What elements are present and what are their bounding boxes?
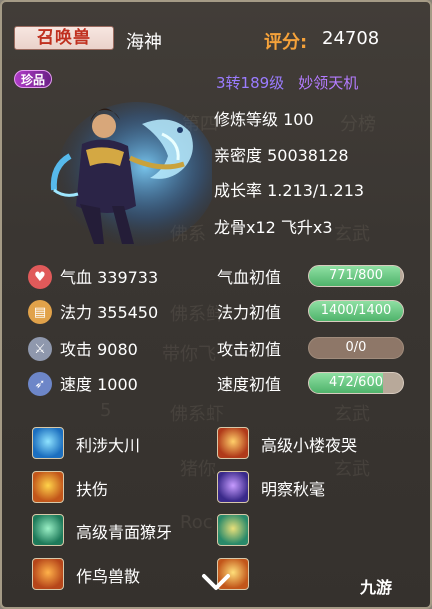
intimacy: 亲密度 50038128 [214,146,349,165]
scroll-icon: ▤ [28,300,52,324]
stat-initial-bar: 472/600 [308,372,404,394]
summon-beast-tag: 召唤兽 [14,26,114,50]
rarity-badge: 珍品 [14,70,53,88]
stat-value: 法力 355450 [60,303,159,322]
pet-info-panel: 第四 分榜 佛系 佛系鲜 带你飞 佛系虾 猪你 玄武 玄武 玄武 Roc 5 召… [0,0,432,609]
skill-name: 高级小楼夜哭 [261,436,358,455]
ghost-text: 带你飞 [162,344,216,365]
stat-value: 速度 1000 [60,375,138,394]
score-label: 评分: [264,32,308,53]
growth-rate: 成长率 1.213/1.213 [214,181,365,200]
watermark: 九游 [360,578,393,597]
stat-initial-bar: 1400/1400 [308,300,404,322]
crown-skill-icon[interactable] [217,514,249,546]
bar-text: 472/600 [328,375,383,390]
stat-initial-bar: 0/0 [308,337,404,359]
ghost-text: 分榜 [340,114,376,135]
score-value: 24708 [322,28,380,49]
fire-wing-skill-icon[interactable] [217,427,249,459]
skill-name: 高级青面獠牙 [76,523,173,542]
stat-initial-label: 法力初值 [217,303,282,322]
pet-title: 妙领天机 [298,74,359,92]
heart-icon: ♥ [28,265,52,289]
eye-skill-icon[interactable] [217,471,249,503]
stat-initial-bar: 771/800 [308,265,404,287]
speed-icon: ➶ [28,372,52,396]
pet-portrait [50,102,212,246]
skill-name: 明察秋毫 [261,480,326,499]
ghost-text: 玄武 [334,404,370,425]
ghost-text: Roc [180,512,213,533]
level-line: 3转189级 妙领天机 [216,72,358,93]
stat-value: 攻击 9080 [60,340,138,359]
ghost-text: 猪你 [180,459,216,480]
stat-initial-label: 速度初值 [217,375,282,394]
items-count: 龙骨x12 飞升x3 [214,218,333,237]
bar-text: 1400/1400 [320,303,392,318]
pet-name: 海神 [126,32,162,53]
ghost-text: 玄武 [334,459,370,480]
bar-text: 0/0 [345,340,367,355]
stat-value: 气血 339733 [60,268,159,287]
chevron-down-icon[interactable] [200,570,232,594]
sword-icon: ⚔ [28,337,52,361]
ghost-text: 佛系鲜 [170,304,224,325]
bird-skill-icon[interactable] [32,558,64,590]
flame-skill-icon[interactable] [32,471,64,503]
wave-skill-icon[interactable] [32,427,64,459]
skill-name: 利涉大川 [76,436,141,455]
skill-name: 扶伤 [76,480,109,499]
reincarnation-level: 3转189级 [216,74,285,92]
ghost-text: 5 [100,400,112,421]
mask-skill-icon[interactable] [32,514,64,546]
ghost-text: 佛系虾 [170,404,224,425]
cultivation-level: 修炼等级 100 [214,110,314,129]
stat-initial-label: 气血初值 [217,268,282,287]
skill-name: 作鸟兽散 [76,567,141,586]
ghost-text: 玄武 [334,224,370,245]
bar-text: 771/800 [328,268,383,283]
stat-initial-label: 攻击初值 [217,340,282,359]
header: 召唤兽 海神 评分: 24708 [2,2,430,56]
